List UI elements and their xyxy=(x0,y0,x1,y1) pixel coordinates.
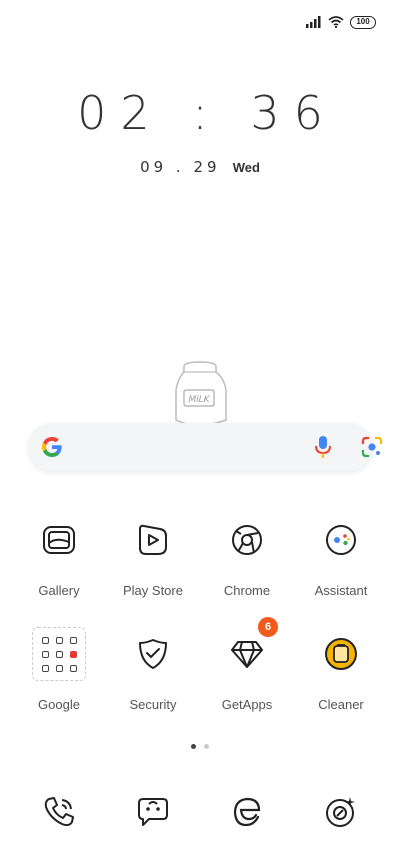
app-label: Chrome xyxy=(223,583,271,598)
app-google-folder[interactable]: Google xyxy=(12,627,106,712)
lens-icon[interactable] xyxy=(360,435,384,459)
camera-icon xyxy=(326,797,355,827)
app-label: Security xyxy=(129,697,177,712)
dock-browser[interactable] xyxy=(227,792,267,832)
google-folder-icon xyxy=(32,627,86,681)
lockscreen-time: 02 : 36 xyxy=(77,86,337,140)
app-getapps[interactable]: 6 GetApps xyxy=(200,617,294,712)
milk-label: MiLK xyxy=(188,395,210,405)
app-label: Gallery xyxy=(38,583,80,598)
status-bar: 100 xyxy=(306,12,376,32)
mic-icon[interactable] xyxy=(313,435,333,459)
app-label: Assistant xyxy=(314,583,368,598)
getapps-icon: 6 xyxy=(220,617,278,681)
lockscreen-date-row: 09 . 29 Wed xyxy=(0,158,400,176)
app-label: Cleaner xyxy=(318,697,364,712)
lockscreen-date: 09 . 29 xyxy=(140,158,221,176)
gallery-icon xyxy=(32,513,86,567)
page-indicator[interactable] xyxy=(0,744,400,749)
milk-carton-icon: MiLK xyxy=(175,361,227,426)
chrome-icon xyxy=(220,513,274,567)
app-play-store[interactable]: Play Store xyxy=(106,513,200,598)
signal-icon xyxy=(306,16,321,28)
wifi-icon xyxy=(328,16,344,28)
notification-badge: 6 xyxy=(258,617,278,637)
lockscreen-weekday: Wed xyxy=(232,160,260,175)
messages-icon xyxy=(138,798,168,826)
google-search-bar[interactable] xyxy=(28,423,383,471)
dock-phone[interactable] xyxy=(39,792,79,832)
assistant-icon xyxy=(314,513,368,567)
page-dot-active[interactable] xyxy=(191,744,196,749)
app-assistant[interactable]: Assistant xyxy=(294,513,388,598)
google-g-icon xyxy=(42,437,62,457)
app-label: GetApps xyxy=(221,697,273,712)
cleaner-icon xyxy=(314,627,368,681)
page-dot[interactable] xyxy=(204,744,209,749)
app-label: Play Store xyxy=(123,583,183,598)
security-icon xyxy=(126,627,180,681)
app-label: Google xyxy=(38,697,80,712)
app-chrome[interactable]: Chrome xyxy=(200,513,294,598)
dock-messages[interactable] xyxy=(133,792,173,832)
battery-icon: 100 xyxy=(350,15,376,29)
dock-camera[interactable] xyxy=(321,792,361,832)
browser-icon xyxy=(233,797,261,827)
app-gallery[interactable]: Gallery xyxy=(12,513,106,598)
app-security[interactable]: Security xyxy=(106,627,200,712)
app-cleaner[interactable]: Cleaner xyxy=(294,627,388,712)
play-store-icon xyxy=(126,513,180,567)
milk-carton-widget[interactable]: MiLK xyxy=(170,360,230,431)
phone-icon xyxy=(44,797,74,827)
